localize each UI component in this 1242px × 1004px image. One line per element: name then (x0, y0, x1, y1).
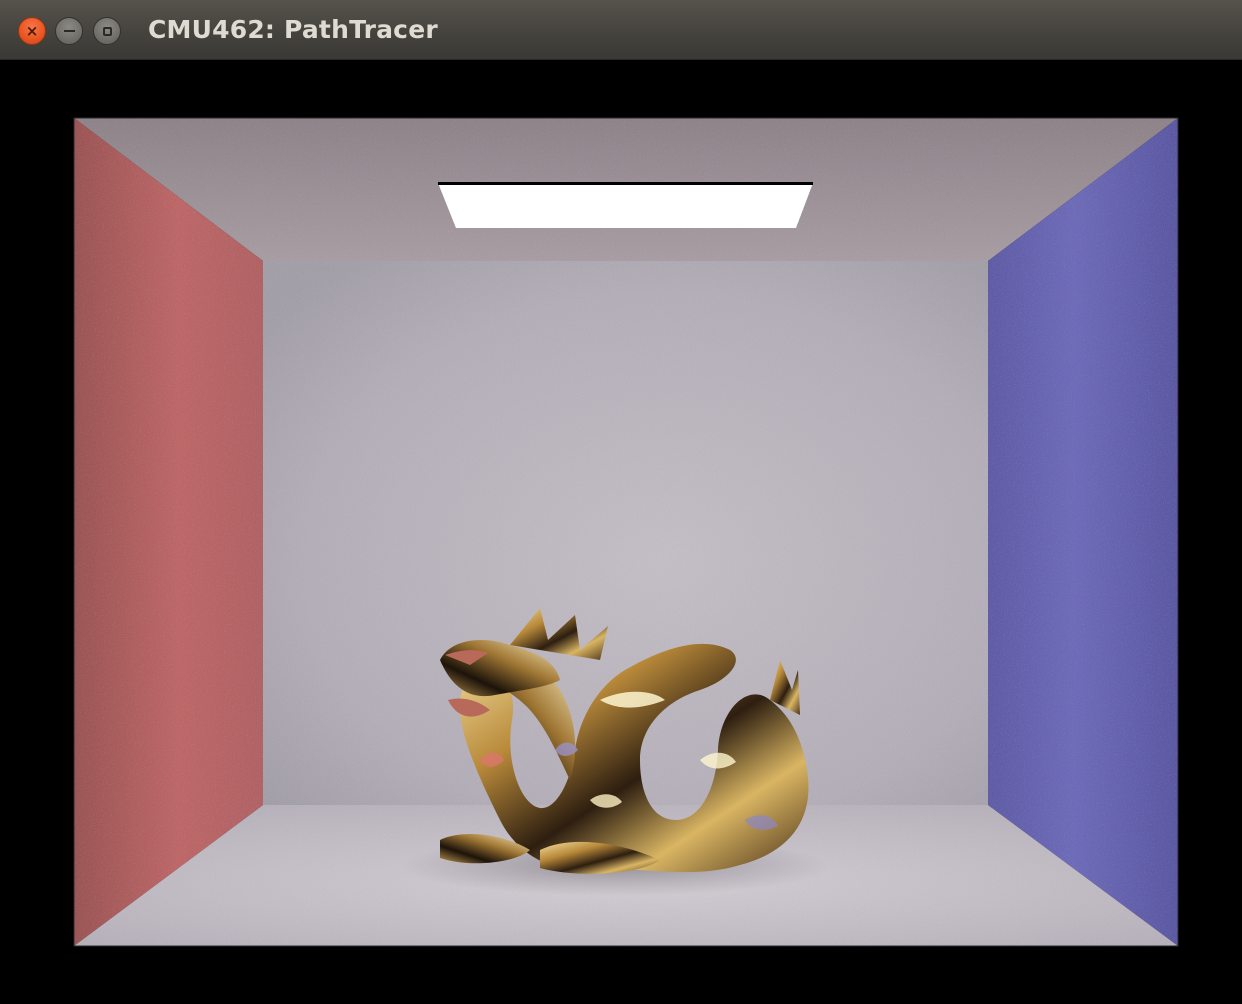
rendered-scene (0, 60, 1242, 1004)
pathtracer-window: × CMU462: PathTracer (0, 0, 1242, 1004)
maximize-icon (102, 26, 112, 36)
left-wall (74, 118, 263, 946)
right-wall (988, 118, 1178, 946)
window-title: CMU462: PathTracer (148, 15, 438, 44)
minimize-icon (63, 30, 75, 32)
close-button[interactable]: × (18, 17, 46, 45)
title-bar[interactable]: × CMU462: PathTracer (0, 0, 1242, 60)
close-icon: × (25, 21, 39, 40)
maximize-button[interactable] (93, 17, 121, 45)
minimize-button[interactable] (55, 17, 83, 45)
ceiling-light (438, 183, 813, 228)
render-viewport[interactable] (0, 60, 1242, 1004)
